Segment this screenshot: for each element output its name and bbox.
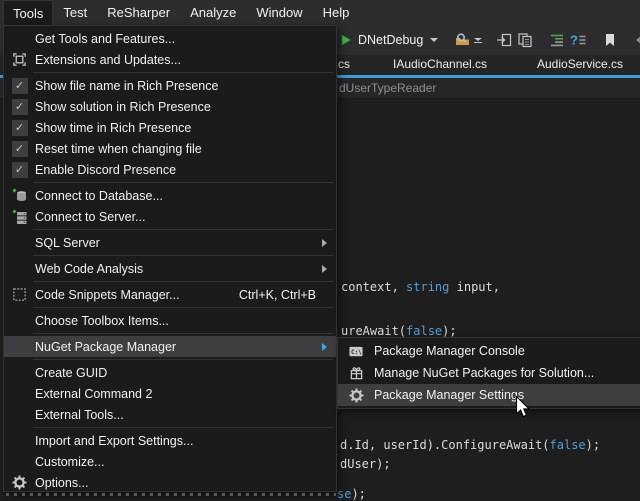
menu-separator <box>33 359 333 360</box>
bookmark-clear-icon <box>636 32 640 48</box>
clipped-code-row <box>6 493 336 496</box>
format-indent-icon <box>549 32 565 48</box>
menu-item-import-export-settings[interactable]: Import and Export Settings... <box>4 430 336 451</box>
menu-separator <box>33 307 333 308</box>
menu-item-code-snippets-manager[interactable]: Code Snippets Manager... Ctrl+K, Ctrl+B <box>4 284 336 305</box>
format-indent-button[interactable] <box>549 32 565 48</box>
copy-document-icon <box>517 32 533 48</box>
package-icon <box>349 366 364 381</box>
menu-separator <box>33 182 333 183</box>
menu-item-show-file-name[interactable]: ✓Show file name in Rich Presence <box>4 75 336 96</box>
bookmark-button[interactable] <box>603 32 617 48</box>
tab-iaudiochannel[interactable]: IAudioChannel.cs <box>393 57 487 71</box>
bookmark-icon <box>603 32 617 48</box>
checkmark-icon: ✓ <box>12 162 28 178</box>
run-config-label: DNetDebug <box>358 33 423 47</box>
submenu-arrow-icon <box>322 239 327 247</box>
submenu-item-package-manager-settings[interactable]: Package Manager Settings <box>338 384 640 406</box>
menu-item-external-tools[interactable]: External Tools... <box>4 404 336 425</box>
menu-separator <box>33 427 333 428</box>
menu-item-choose-toolbox-items[interactable]: Choose Toolbox Items... <box>4 310 336 331</box>
bookmark-clear-button[interactable] <box>636 32 640 48</box>
mouse-cursor <box>515 396 531 418</box>
chevron-down-icon[interactable] <box>430 38 438 42</box>
submenu-item-package-manager-console[interactable]: C:\ Package Manager Console <box>338 340 640 362</box>
checkmark-icon: ✓ <box>12 99 28 115</box>
checkmark-icon: ✓ <box>12 78 28 94</box>
code-line: d.Id, userId).ConfigureAwait(false); <box>340 438 600 452</box>
menu-window[interactable]: Window <box>246 0 312 25</box>
find-dropdown[interactable] <box>474 38 482 43</box>
svg-text:C:\: C:\ <box>351 348 362 355</box>
menu-tools[interactable]: Tools <box>3 0 53 25</box>
menu-separator <box>33 255 333 256</box>
checkmark-icon: ✓ <box>12 141 28 157</box>
menu-item-external-command-2[interactable]: External Command 2 <box>4 383 336 404</box>
shortcut-label: Ctrl+K, Ctrl+B <box>239 288 316 302</box>
menu-resharper[interactable]: ReSharper <box>97 0 180 25</box>
console-icon: C:\ <box>348 344 364 359</box>
vs-ide-window: { "menubar": { "items": ["Tools", "Test"… <box>0 0 640 497</box>
chevron-down-icon <box>474 38 482 41</box>
navigate-to-button[interactable] <box>496 32 512 48</box>
menu-item-customize[interactable]: Customize... <box>4 451 336 472</box>
code-line: context, string input, <box>341 280 500 294</box>
start-debug-button[interactable]: DNetDebug <box>339 33 438 47</box>
nuget-submenu: C:\ Package Manager Console Manage NuGet… <box>337 337 640 409</box>
menu-item-create-guid[interactable]: Create GUID <box>4 362 336 383</box>
menu-item-connect-to-server[interactable]: Connect to Server... <box>4 206 336 227</box>
tab-audioservice[interactable]: AudioService.cs <box>537 57 623 71</box>
database-add-icon <box>12 188 28 204</box>
menu-item-connect-to-database[interactable]: Connect to Database... <box>4 185 336 206</box>
menu-bar: Tools Test ReSharper Analyze Window Help <box>0 0 640 25</box>
submenu-arrow-icon <box>322 343 327 351</box>
menu-item-nuget-package-manager[interactable]: NuGet Package Manager <box>4 336 336 357</box>
underline-mark <box>474 42 482 43</box>
tab-partial[interactable]: cs <box>338 57 350 71</box>
find-in-files-button[interactable] <box>454 32 482 48</box>
menu-item-sql-server[interactable]: SQL Server <box>4 232 336 253</box>
menu-separator <box>33 72 333 73</box>
code-line: dUser); <box>340 457 391 471</box>
tools-dropdown-menu: Get Tools and Features... Extensions and… <box>3 25 337 492</box>
submenu-item-manage-nuget-packages[interactable]: Manage NuGet Packages for Solution... <box>338 362 640 384</box>
menu-item-web-code-analysis[interactable]: Web Code Analysis <box>4 258 336 279</box>
menu-help[interactable]: Help <box>313 0 360 25</box>
menu-separator <box>33 229 333 230</box>
find-in-files-icon <box>454 32 471 48</box>
breadcrumb-type-label: dUserTypeReader <box>339 81 436 95</box>
menu-item-reset-time[interactable]: ✓Reset time when changing file <box>4 138 336 159</box>
code-line: ureAwait(false); <box>341 324 457 338</box>
gear-icon <box>12 475 27 490</box>
comment-help-icon: ? <box>570 32 587 48</box>
menu-item-show-time[interactable]: ✓Show time in Rich Presence <box>4 117 336 138</box>
snippets-icon <box>12 287 27 302</box>
comment-help-button[interactable]: ? <box>570 32 587 48</box>
menu-separator <box>33 333 333 334</box>
menu-item-enable-discord-presence[interactable]: ✓Enable Discord Presence <box>4 159 336 180</box>
code-line: se); <box>337 487 366 501</box>
submenu-arrow-icon <box>322 265 327 273</box>
start-debug-icon <box>339 33 353 47</box>
menu-separator <box>33 281 333 282</box>
navigate-to-icon <box>496 32 512 48</box>
menu-item-show-solution[interactable]: ✓Show solution in Rich Presence <box>4 96 336 117</box>
svg-text:?: ? <box>570 33 578 48</box>
server-add-icon <box>12 209 28 225</box>
menu-analyze[interactable]: Analyze <box>180 0 246 25</box>
checkmark-icon: ✓ <box>12 120 28 136</box>
menu-item-extensions-and-updates[interactable]: Extensions and Updates... <box>4 49 336 70</box>
extensions-icon <box>12 52 27 67</box>
menu-item-get-tools-and-features[interactable]: Get Tools and Features... <box>4 28 336 49</box>
gear-icon <box>349 388 364 403</box>
copy-document-button[interactable] <box>517 32 533 48</box>
menu-test[interactable]: Test <box>53 0 97 25</box>
menu-item-options[interactable]: Options... <box>4 472 336 493</box>
